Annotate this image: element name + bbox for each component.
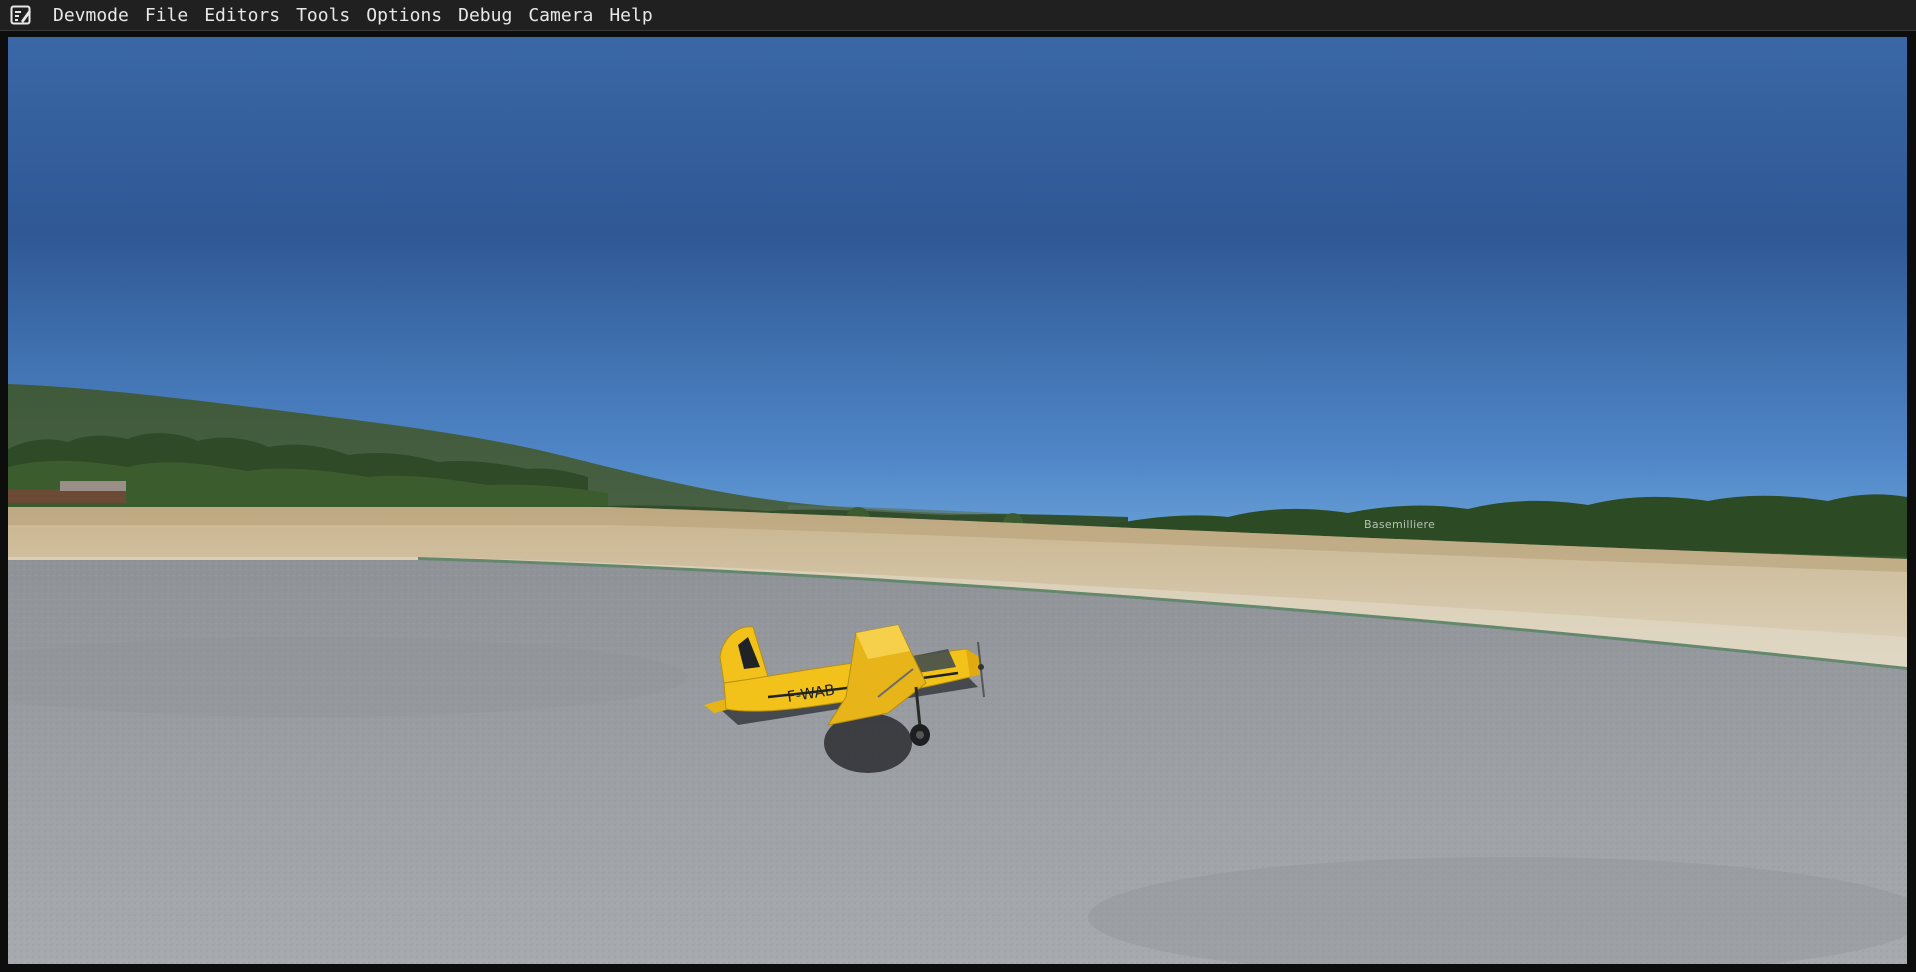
menu-camera[interactable]: Camera bbox=[520, 0, 601, 31]
menu-help[interactable]: Help bbox=[601, 0, 660, 31]
menu-options[interactable]: Options bbox=[358, 0, 450, 31]
devmode-edit-icon[interactable] bbox=[9, 3, 33, 27]
scene-render: F-WAB bbox=[8, 37, 1907, 964]
menu-file[interactable]: File bbox=[137, 0, 196, 31]
menu-editors[interactable]: Editors bbox=[196, 0, 288, 31]
menu-bar: Devmode File Editors Tools Options Debug… bbox=[0, 0, 1916, 31]
menu-debug[interactable]: Debug bbox=[450, 0, 520, 31]
waypoint-label: Basemilliere bbox=[1364, 518, 1436, 531]
simulator-viewport[interactable]: F-WAB Basemilliere bbox=[8, 37, 1907, 964]
menu-devmode[interactable]: Devmode bbox=[45, 0, 137, 31]
menu-tools[interactable]: Tools bbox=[288, 0, 358, 31]
